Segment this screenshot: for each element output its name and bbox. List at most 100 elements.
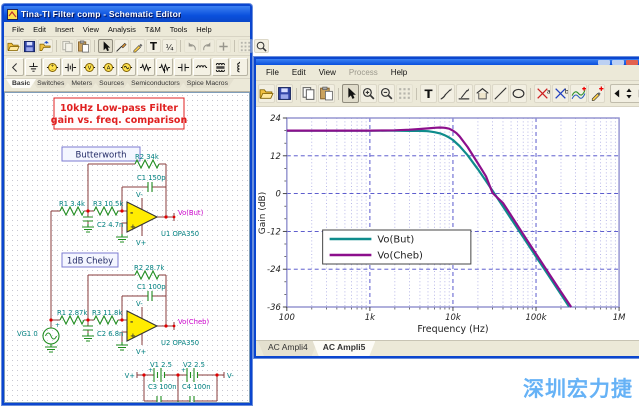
butterworth-label[interactable]: Butterworth bbox=[62, 147, 140, 161]
pen-add-button[interactable] bbox=[588, 84, 605, 103]
folder-open-button[interactable] bbox=[6, 39, 21, 53]
ellipse-button[interactable] bbox=[510, 84, 527, 103]
label-vo-cheb: Vo(Cheb) bbox=[178, 318, 209, 326]
cursor-b-button[interactable]: b bbox=[552, 84, 569, 103]
tab-semiconductors[interactable]: Semiconductors bbox=[125, 79, 186, 88]
text-button[interactable]: T bbox=[420, 84, 437, 103]
pen-button[interactable] bbox=[130, 39, 145, 53]
paste-button[interactable] bbox=[76, 39, 91, 53]
pot-button[interactable] bbox=[156, 58, 174, 76]
annotation-line2: gain vs. freq. comparison bbox=[51, 115, 188, 126]
component-tabstrip: BasicSwitchesMetersSourcesSemiconductors… bbox=[4, 79, 250, 92]
meter-v-button[interactable]: V bbox=[81, 58, 99, 76]
menu-view[interactable]: View bbox=[79, 24, 103, 35]
menu-view[interactable]: View bbox=[313, 67, 342, 78]
copy-button bbox=[60, 39, 75, 53]
battery-v1 bbox=[154, 368, 165, 382]
probe-b-button[interactable] bbox=[456, 84, 473, 103]
folder-open-button[interactable] bbox=[258, 84, 275, 103]
menu-file[interactable]: File bbox=[8, 24, 28, 35]
coil-button[interactable] bbox=[230, 58, 248, 76]
label-c1-but: C1 150p bbox=[137, 174, 166, 182]
schematic-titlebar[interactable]: Tina-TI Filter comp - Schematic Editor bbox=[4, 6, 250, 22]
minimize-button[interactable] bbox=[598, 60, 610, 65]
menu-edit[interactable]: Edit bbox=[286, 67, 312, 78]
menu-tools[interactable]: Tools bbox=[166, 24, 192, 35]
menu-help[interactable]: Help bbox=[385, 67, 413, 78]
inductor-button[interactable] bbox=[193, 58, 211, 76]
opamp-u2[interactable]: - + bbox=[127, 307, 157, 345]
scroll-left-button[interactable] bbox=[6, 58, 24, 76]
measure-button[interactable]: ¼ bbox=[162, 39, 177, 53]
paste-button[interactable] bbox=[318, 84, 335, 103]
floppy-button[interactable] bbox=[22, 39, 37, 53]
toolbar-separator bbox=[180, 40, 181, 52]
toolbar-separator bbox=[234, 40, 235, 52]
tab-basic[interactable]: Basic bbox=[6, 79, 36, 88]
cursor-a-button[interactable]: a bbox=[534, 84, 551, 103]
axis-button[interactable] bbox=[474, 84, 491, 103]
transformer-button[interactable] bbox=[212, 58, 230, 76]
pen-icon bbox=[131, 40, 144, 53]
resistor-icon bbox=[139, 61, 152, 74]
label-r3-cheb: R3 11.8k bbox=[92, 309, 122, 317]
menu-insert[interactable]: Insert bbox=[51, 24, 78, 35]
copy-button[interactable] bbox=[300, 84, 317, 103]
floppy-button[interactable] bbox=[276, 84, 293, 103]
plot-area[interactable]: 24120-12-24-361001k10k100k1MGain (dB)Fre… bbox=[256, 107, 639, 340]
cursor-button[interactable] bbox=[342, 84, 359, 103]
menu-edit[interactable]: Edit bbox=[29, 24, 50, 35]
folder-export-button[interactable] bbox=[38, 39, 53, 53]
tab-switches[interactable]: Switches bbox=[31, 79, 70, 88]
svg-text:V: V bbox=[88, 65, 92, 71]
nav-right-button[interactable] bbox=[635, 86, 639, 101]
line-button[interactable] bbox=[492, 84, 509, 103]
tab-ac-ampli5[interactable]: AC Ampli5 bbox=[313, 341, 376, 356]
tab-sources[interactable]: Sources bbox=[93, 79, 130, 88]
nav-left-button[interactable] bbox=[611, 86, 623, 101]
opamp-u1[interactable]: - + bbox=[127, 198, 157, 236]
x-axis-title: Frequency (Hz) bbox=[417, 324, 488, 335]
curves-add-button[interactable] bbox=[570, 84, 587, 103]
label-vo-but: Vo(But) bbox=[178, 209, 204, 217]
annotation-box[interactable]: 10kHz Low-pass Filter gain vs. freq. com… bbox=[51, 98, 188, 129]
meter-g-button[interactable] bbox=[118, 58, 136, 76]
components[interactable] bbox=[43, 160, 198, 403]
close-button[interactable] bbox=[626, 60, 638, 65]
label-vg1-plus: + bbox=[55, 322, 60, 329]
vsource-button[interactable]: +– bbox=[43, 58, 61, 76]
maximize-button[interactable] bbox=[612, 60, 624, 65]
svg-text:-24: -24 bbox=[267, 264, 281, 274]
schematic-toolbar: T¼ bbox=[4, 37, 250, 56]
ground-button[interactable] bbox=[25, 58, 43, 76]
plot-titlebar[interactable] bbox=[256, 59, 639, 65]
menu-analysis[interactable]: Analysis bbox=[104, 24, 140, 35]
text-button[interactable]: T bbox=[146, 39, 161, 53]
menu-t-m[interactable]: T&M bbox=[141, 24, 165, 35]
tab-spice-macros[interactable]: Spice Macros bbox=[181, 79, 234, 88]
window-title: Tina-TI Filter comp - Schematic Editor bbox=[21, 9, 181, 19]
label-u2: U2 OPA350 bbox=[161, 339, 199, 347]
menu-help[interactable]: Help bbox=[192, 24, 215, 35]
svg-text:1M: 1M bbox=[613, 312, 626, 322]
probe-a-button[interactable] bbox=[438, 84, 455, 103]
schematic-canvas[interactable]: 10kHz Low-pass Filter gain vs. freq. com… bbox=[4, 92, 250, 403]
tab-ac-ampli4[interactable]: AC Ampli4 bbox=[258, 341, 318, 356]
tab-meters[interactable]: Meters bbox=[65, 79, 98, 88]
zoom-in-button[interactable] bbox=[360, 84, 377, 103]
wire-button[interactable] bbox=[114, 39, 129, 53]
label-vminus-u1: V- bbox=[136, 191, 143, 199]
zoom-out-button[interactable] bbox=[378, 84, 395, 103]
curves-add-icon bbox=[571, 86, 586, 101]
svg-text:Butterworth: Butterworth bbox=[76, 151, 127, 161]
meter-i-button[interactable]: A bbox=[99, 58, 117, 76]
zoom-button[interactable] bbox=[254, 39, 269, 53]
menu-file[interactable]: File bbox=[260, 67, 285, 78]
cheby-label[interactable]: 1dB Cheby bbox=[62, 253, 118, 267]
nav-spin-button[interactable] bbox=[623, 86, 635, 101]
battery-button[interactable] bbox=[62, 58, 80, 76]
label-c1-cheb: C1 100p bbox=[137, 283, 166, 291]
cursor-button[interactable] bbox=[98, 39, 113, 53]
capacitor-button[interactable] bbox=[174, 58, 192, 76]
resistor-button[interactable] bbox=[137, 58, 155, 76]
